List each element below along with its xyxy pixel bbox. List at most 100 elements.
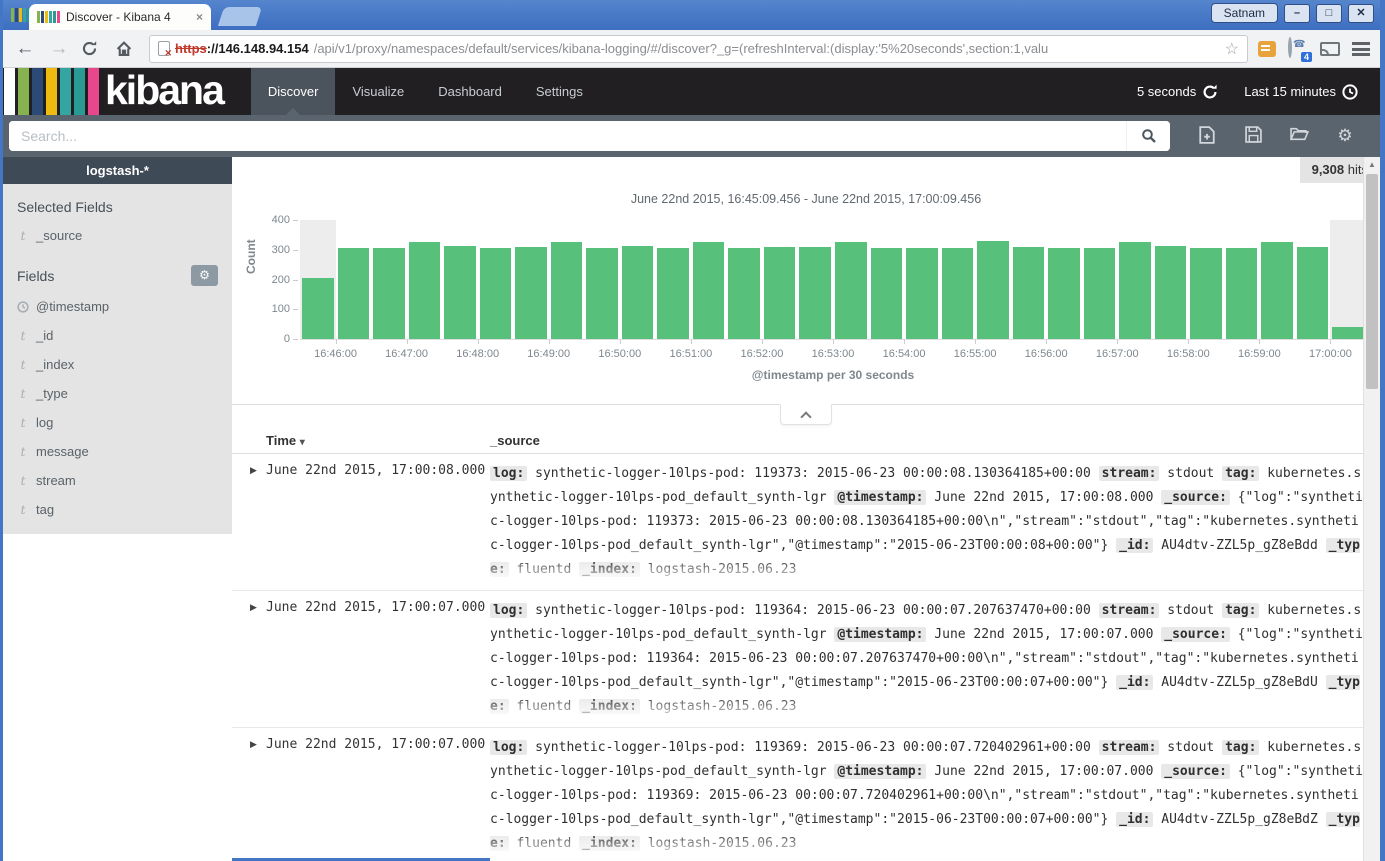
reload-icon[interactable] bbox=[81, 40, 105, 57]
browser-window: Discover - Kibana 4 × Satnam – □ ✕ ← → h… bbox=[0, 0, 1385, 861]
save-search-icon[interactable] bbox=[1230, 126, 1276, 146]
minimize-button[interactable]: – bbox=[1284, 4, 1310, 23]
x-tick-label: 16:48:00 bbox=[456, 348, 499, 360]
field-item-timestamp[interactable]: @timestamp bbox=[3, 292, 232, 321]
nav-item-settings[interactable]: Settings bbox=[519, 68, 600, 115]
page-scrollbar[interactable]: ▲ bbox=[1363, 157, 1380, 861]
cast-icon[interactable] bbox=[1320, 42, 1340, 56]
histogram-bar[interactable] bbox=[1295, 220, 1331, 339]
field-item-_type[interactable]: t_type bbox=[3, 379, 232, 408]
field-name: log bbox=[36, 415, 53, 430]
histogram-bar[interactable] bbox=[1011, 220, 1047, 339]
histogram-bar[interactable] bbox=[371, 220, 407, 339]
field-item-log[interactable]: tlog bbox=[3, 408, 232, 437]
refresh-interval-control[interactable]: 5 seconds bbox=[1137, 84, 1218, 100]
field-item-_id[interactable]: t_id bbox=[3, 321, 232, 350]
menu-icon[interactable] bbox=[1352, 42, 1370, 56]
nav-item-discover[interactable]: Discover bbox=[251, 68, 336, 115]
extension-notes-icon[interactable] bbox=[1258, 41, 1276, 57]
histogram-bar[interactable] bbox=[1224, 220, 1260, 339]
text-field-icon: t bbox=[17, 503, 29, 517]
histogram-bar[interactable] bbox=[620, 220, 656, 339]
time-range-control[interactable]: Last 15 minutes bbox=[1244, 84, 1358, 100]
field-item-_source[interactable]: t_source bbox=[3, 221, 232, 250]
insecure-page-icon[interactable] bbox=[158, 41, 170, 56]
expand-row-icon[interactable]: ▶ bbox=[250, 462, 266, 590]
histogram-bar[interactable] bbox=[442, 220, 478, 339]
field-badge: _id: bbox=[1116, 675, 1153, 690]
collapse-chart-button[interactable] bbox=[780, 404, 832, 425]
home-icon[interactable] bbox=[115, 40, 139, 57]
histogram-bar[interactable] bbox=[1046, 220, 1082, 339]
histogram-bar[interactable] bbox=[336, 220, 372, 339]
histogram-bar[interactable] bbox=[1188, 220, 1224, 339]
text-field-icon: t bbox=[17, 329, 29, 343]
x-tick-label: 17:00:00 bbox=[1309, 348, 1352, 360]
histogram-bar[interactable] bbox=[762, 220, 798, 339]
profile-button[interactable]: Satnam bbox=[1211, 3, 1278, 23]
histogram-bar[interactable] bbox=[975, 220, 1011, 339]
hangouts-icon[interactable]: 4 bbox=[1288, 39, 1308, 59]
histogram-bar[interactable] bbox=[940, 220, 976, 339]
index-pattern-selector[interactable]: logstash-* bbox=[3, 157, 232, 184]
field-item-tag[interactable]: ttag bbox=[3, 495, 232, 524]
x-tick-label: 16:50:00 bbox=[598, 348, 641, 360]
histogram-bar[interactable] bbox=[549, 220, 585, 339]
field-badge: tag: bbox=[1222, 603, 1259, 618]
forward-icon: → bbox=[47, 38, 71, 60]
search-strip: ⚙ bbox=[3, 115, 1380, 157]
histogram-bar[interactable] bbox=[797, 220, 833, 339]
field-item-_index[interactable]: t_index bbox=[3, 350, 232, 379]
field-badge: log: bbox=[490, 466, 527, 481]
histogram-bar[interactable] bbox=[1153, 220, 1189, 339]
histogram-bar[interactable] bbox=[904, 220, 940, 339]
histogram-bar[interactable] bbox=[1330, 220, 1366, 339]
time-column-header[interactable]: Time ▾ bbox=[266, 433, 490, 448]
new-tab-button[interactable] bbox=[218, 7, 262, 26]
chart-bars bbox=[300, 220, 1366, 339]
new-search-icon[interactable] bbox=[1184, 126, 1230, 146]
histogram-bar[interactable] bbox=[655, 220, 691, 339]
histogram-bar[interactable] bbox=[300, 220, 336, 339]
tab-close-icon[interactable]: × bbox=[196, 10, 203, 24]
search-button[interactable] bbox=[1126, 121, 1170, 151]
text-field-icon: t bbox=[17, 358, 29, 372]
url-path: /api/v1/proxy/namespaces/default/service… bbox=[314, 41, 1220, 56]
histogram-bar[interactable] bbox=[869, 220, 905, 339]
search-input[interactable] bbox=[9, 121, 1126, 151]
field-item-stream[interactable]: tstream bbox=[3, 466, 232, 495]
histogram-bar[interactable] bbox=[478, 220, 514, 339]
time-range-label: Last 15 minutes bbox=[1244, 84, 1336, 99]
kibana-logo: kibana bbox=[3, 68, 223, 115]
nav-item-visualize[interactable]: Visualize bbox=[335, 68, 421, 115]
histogram-bar[interactable] bbox=[584, 220, 620, 339]
field-badge: _id: bbox=[1116, 812, 1153, 827]
histogram-bar[interactable] bbox=[513, 220, 549, 339]
url-bar[interactable]: https://146.148.94.154 /api/v1/proxy/nam… bbox=[149, 35, 1248, 63]
expand-row-icon[interactable]: ▶ bbox=[250, 599, 266, 727]
browser-tab[interactable]: Discover - Kibana 4 × bbox=[29, 4, 211, 30]
back-icon[interactable]: ← bbox=[13, 38, 37, 60]
histogram-bar[interactable] bbox=[833, 220, 869, 339]
kibana-logo-stripes bbox=[4, 68, 99, 115]
settings-gear-icon[interactable]: ⚙ bbox=[1322, 126, 1368, 146]
histogram-bar[interactable] bbox=[1082, 220, 1118, 339]
histogram-bar[interactable] bbox=[407, 220, 443, 339]
source-column-header: _source bbox=[490, 433, 1370, 448]
x-tick-label: 16:57:00 bbox=[1096, 348, 1139, 360]
expand-row-icon[interactable]: ▶ bbox=[250, 736, 266, 861]
fields-settings-gear-icon[interactable]: ⚙ bbox=[191, 265, 218, 286]
scrollbar-thumb[interactable] bbox=[1366, 174, 1378, 389]
histogram-bar[interactable] bbox=[1117, 220, 1153, 339]
field-item-message[interactable]: tmessage bbox=[3, 437, 232, 466]
close-button[interactable]: ✕ bbox=[1348, 4, 1374, 23]
histogram-bar[interactable] bbox=[691, 220, 727, 339]
histogram-bar[interactable] bbox=[1259, 220, 1295, 339]
histogram-bar[interactable] bbox=[726, 220, 762, 339]
open-search-icon[interactable] bbox=[1276, 126, 1322, 146]
scroll-up-arrow-icon[interactable]: ▲ bbox=[1364, 157, 1380, 173]
maximize-button[interactable]: □ bbox=[1316, 4, 1342, 23]
bookmark-star-icon[interactable]: ☆ bbox=[1225, 39, 1239, 59]
nav-item-dashboard[interactable]: Dashboard bbox=[421, 68, 519, 115]
refresh-interval-label: 5 seconds bbox=[1137, 84, 1196, 99]
